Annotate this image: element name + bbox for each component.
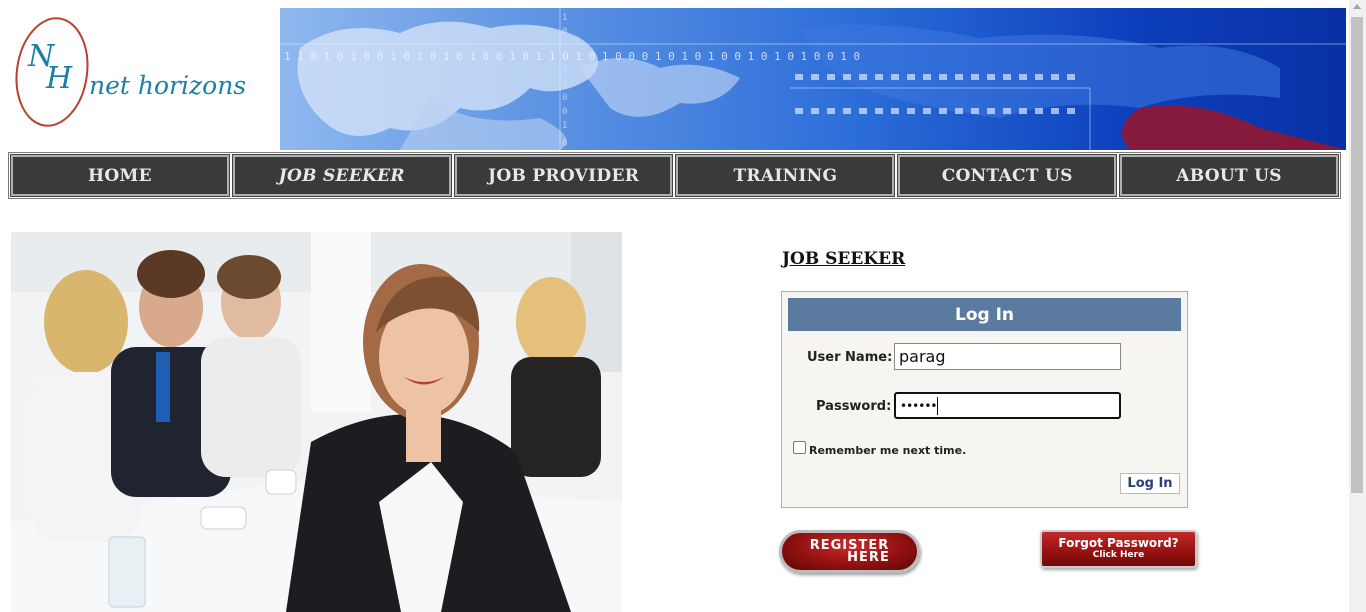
- nav-job-seeker[interactable]: JOB SEEKER: [231, 154, 452, 197]
- password-value: ••••••: [900, 398, 937, 413]
- forgot-line2: Click Here: [1092, 550, 1145, 560]
- text-caret: [937, 396, 939, 415]
- username-value: parag: [899, 347, 946, 366]
- nav-job-provider[interactable]: JOB PROVIDER: [453, 154, 674, 197]
- hero-photo: [11, 232, 622, 612]
- remember-checkbox[interactable]: [793, 441, 806, 454]
- nav-training-label: TRAINING: [733, 165, 838, 186]
- forgot-line1: Forgot Password?: [1058, 536, 1179, 550]
- scroll-up-arrow-icon[interactable]: [1353, 4, 1361, 9]
- register-line2: HERE: [847, 549, 890, 565]
- svg-text:1: 1: [562, 65, 567, 75]
- svg-text:0: 0: [562, 139, 567, 149]
- brand-text: net horizons: [89, 71, 246, 100]
- page-scrollbar[interactable]: [1349, 0, 1366, 612]
- nav-about-us-label: ABOUT US: [1176, 165, 1282, 186]
- forgot-password-button[interactable]: Forgot Password? Click Here: [1040, 530, 1197, 568]
- svg-text:H: H: [45, 61, 73, 96]
- nav-job-seeker-label: JOB SEEKER: [278, 165, 405, 186]
- nav-contact-us-label: CONTACT US: [941, 165, 1073, 186]
- nav-training[interactable]: TRAINING: [675, 154, 896, 197]
- remember-label: Remember me next time.: [809, 444, 967, 457]
- svg-text:1: 1: [562, 121, 567, 131]
- svg-text:0: 0: [562, 93, 567, 103]
- nav-job-provider-label: JOB PROVIDER: [488, 165, 640, 186]
- password-label: Password:: [816, 399, 892, 414]
- nav-contact-us[interactable]: CONTACT US: [897, 154, 1118, 197]
- svg-text:0: 0: [562, 107, 567, 117]
- svg-text:0: 0: [562, 27, 567, 37]
- password-input[interactable]: ••••••: [894, 392, 1121, 419]
- binary-stream: 1 1 0 1 0 1 0 0 1 0 1 0 1 0 1 0 0 1 0 1 …: [284, 50, 860, 63]
- nav-home-label: HOME: [87, 165, 152, 186]
- nav-home[interactable]: HOME: [10, 154, 230, 197]
- register-button[interactable]: REGISTER HERE: [779, 530, 920, 573]
- main-nav: HOME JOB SEEKER JOB PROVIDER TRAINING CO…: [8, 152, 1341, 199]
- login-submit-button[interactable]: Log In: [1120, 473, 1180, 494]
- nav-about-us[interactable]: ABOUT US: [1119, 154, 1339, 197]
- login-heading: Log In: [788, 298, 1181, 331]
- header-banner: 1 1 0 1 0 1 0 0 1 0 1 0 1 0 1 0 0 1 0 1 …: [280, 8, 1346, 150]
- username-input[interactable]: parag: [894, 343, 1121, 370]
- svg-text:1: 1: [562, 79, 567, 89]
- username-label: User Name:: [807, 350, 893, 365]
- site-logo[interactable]: N H net horizons: [8, 8, 248, 148]
- section-title: JOB SEEKER: [782, 249, 906, 269]
- scroll-thumb[interactable]: [1351, 17, 1363, 493]
- svg-text:1: 1: [562, 13, 567, 23]
- login-panel: Log In User Name: parag Password: ••••••…: [781, 291, 1188, 508]
